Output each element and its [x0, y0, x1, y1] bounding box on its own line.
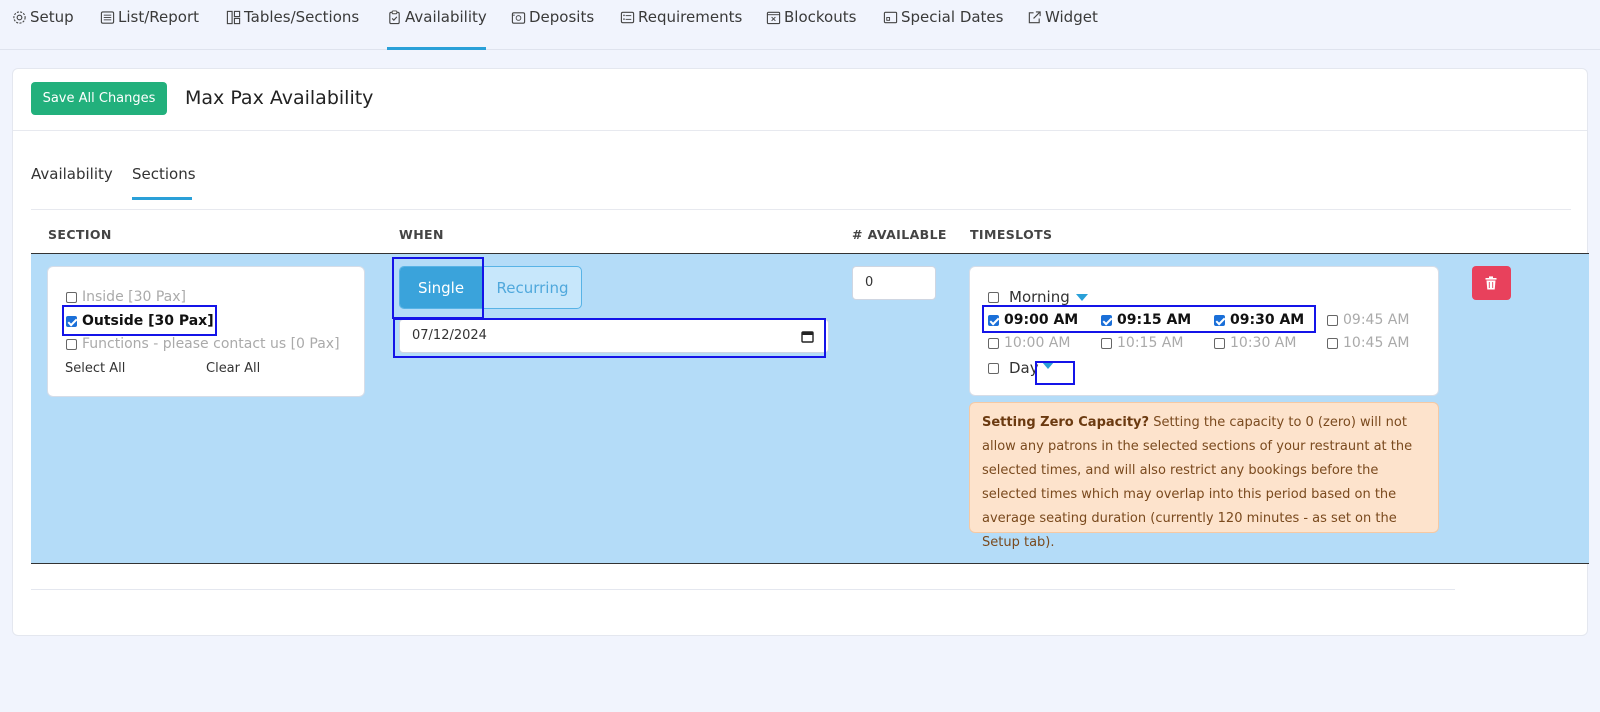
section-option-inside[interactable]: Inside [30 Pax]	[66, 289, 186, 305]
section-option-label: Inside [30 Pax]	[82, 289, 187, 305]
timeslot-1000[interactable]: 10:00 AM	[988, 335, 1070, 351]
card-header: Save All Changes Max Pax Availability	[13, 69, 1587, 131]
timeslot-label: 10:00 AM	[1004, 335, 1071, 351]
timeslot-group-morning[interactable]: Morning	[988, 288, 1088, 306]
header-when: WHEN	[399, 227, 444, 242]
checkbox[interactable]	[988, 362, 999, 374]
nav-special-dates[interactable]: Special Dates	[883, 8, 1003, 50]
highlight-box	[1035, 361, 1075, 385]
nav-requirements-label: Requirements	[638, 8, 743, 26]
header-timeslots: TIMESLOTS	[970, 227, 1053, 242]
timeslot-1030[interactable]: 10:30 AM	[1214, 335, 1296, 351]
nav-widget-label: Widget	[1045, 8, 1098, 26]
save-all-changes-button[interactable]: Save All Changes	[31, 82, 167, 115]
nav-tables-sections-label: Tables/Sections	[244, 8, 360, 26]
nav-blockouts[interactable]: Blockouts	[766, 8, 856, 50]
clipboard-check-icon	[389, 10, 400, 25]
trash-icon	[1485, 276, 1497, 290]
nav-list-report-label: List/Report	[118, 8, 199, 26]
available-value: 0	[865, 275, 874, 290]
timeslot-label: 09:45 AM	[1343, 312, 1410, 328]
tab-availability[interactable]: Availability	[31, 165, 113, 197]
checkbox[interactable]	[1327, 337, 1338, 349]
nav-setup[interactable]: Setup	[12, 8, 74, 50]
availability-card: Save All Changes Max Pax Availability Av…	[12, 68, 1589, 636]
nav-widget[interactable]: Widget	[1027, 8, 1098, 50]
timeslot-label: 10:45 AM	[1343, 335, 1410, 351]
checkbox[interactable]	[988, 337, 999, 349]
checkbox[interactable]	[988, 291, 999, 303]
gear-icon	[13, 11, 26, 24]
delete-row-button[interactable]	[1472, 266, 1511, 300]
list-icon	[100, 11, 115, 24]
top-nav: Setup List/Report Tables/Sections Availa…	[0, 0, 1600, 50]
timeslot-0945[interactable]: 09:45 AM	[1327, 312, 1409, 328]
nav-requirements[interactable]: Requirements	[620, 8, 742, 50]
clear-all-link[interactable]: Clear All	[206, 361, 260, 376]
nav-availability[interactable]: Availability	[387, 8, 487, 50]
timeslot-1045[interactable]: 10:45 AM	[1327, 335, 1409, 351]
section-option-functions[interactable]: Functions - please contact us [0 Pax]	[66, 336, 340, 352]
checkbox[interactable]	[66, 291, 77, 303]
timeslot-label: 10:15 AM	[1117, 335, 1184, 351]
deposit-icon	[511, 12, 526, 24]
nav-special-dates-label: Special Dates	[901, 8, 1004, 26]
select-all-link[interactable]: Select All	[65, 361, 125, 376]
section-option-label: Functions - please contact us [0 Pax]	[82, 336, 340, 352]
footer-divider	[31, 589, 1455, 590]
tabs-divider	[31, 209, 1571, 210]
nav-setup-label: Setup	[30, 8, 74, 26]
alert-heading: Setting Zero Capacity?	[982, 415, 1150, 430]
recurring-button[interactable]: Recurring	[482, 267, 581, 308]
calendar-x-icon	[766, 11, 781, 25]
available-input[interactable]: 0	[852, 266, 936, 300]
tab-sections[interactable]: Sections	[132, 165, 196, 200]
nav-deposits[interactable]: Deposits	[511, 8, 594, 50]
timeslot-label: 10:30 AM	[1230, 335, 1297, 351]
nav-availability-label: Availability	[405, 8, 487, 26]
checkbox[interactable]	[1327, 314, 1338, 326]
chevron-down-icon[interactable]	[1075, 293, 1088, 301]
header-available: # AVAILABLE	[852, 227, 947, 242]
timeslot-1015[interactable]: 10:15 AM	[1101, 335, 1183, 351]
nav-deposits-label: Deposits	[529, 8, 595, 26]
page-title: Max Pax Availability	[185, 87, 374, 109]
nav-tables-sections[interactable]: Tables/Sections	[226, 8, 359, 50]
alert-body: Setting the capacity to 0 (zero) will no…	[982, 415, 1413, 550]
highlight-box	[393, 318, 826, 358]
checkbox[interactable]	[1101, 337, 1112, 349]
zero-capacity-alert: Setting Zero Capacity? Setting the capac…	[969, 402, 1439, 550]
highlight-box	[392, 257, 484, 319]
checkbox[interactable]	[1214, 337, 1225, 349]
header-section: SECTION	[48, 227, 112, 242]
highlight-box	[982, 305, 1316, 333]
checkbox[interactable]	[66, 338, 77, 350]
external-link-icon	[1028, 11, 1041, 24]
nav-list-report[interactable]: List/Report	[100, 8, 199, 50]
layout-icon	[226, 10, 241, 25]
checklist-icon	[620, 11, 635, 24]
nav-blockouts-label: Blockouts	[784, 8, 857, 26]
calendar-icon	[883, 11, 898, 24]
group-label: Morning	[1009, 288, 1070, 306]
highlight-box	[62, 305, 217, 336]
